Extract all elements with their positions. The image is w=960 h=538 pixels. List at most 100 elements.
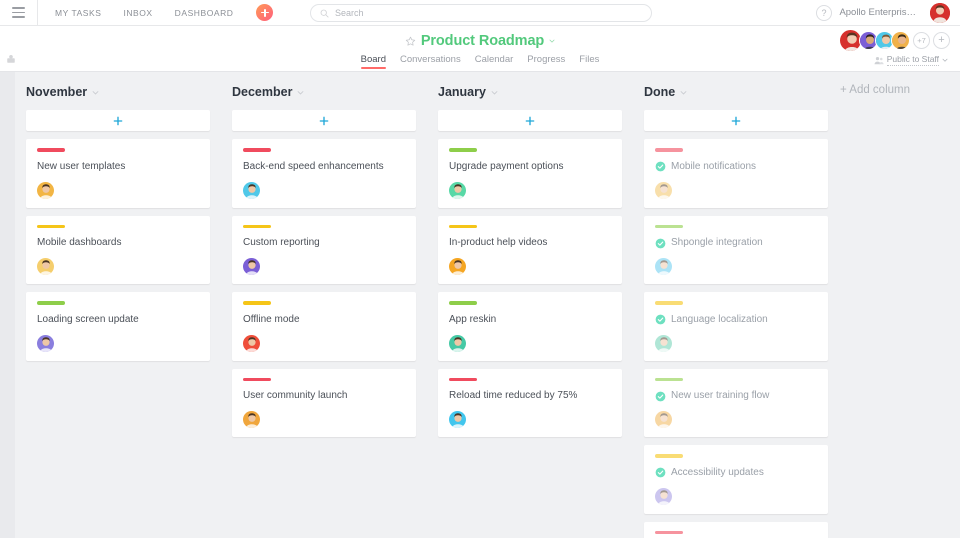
- task-card[interactable]: Reload time reduced by 75%: [438, 369, 622, 438]
- card-title-row: Language localization: [655, 314, 817, 326]
- avatar[interactable]: [655, 335, 672, 352]
- avatar[interactable]: [243, 411, 260, 428]
- chevron-down-icon[interactable]: [92, 89, 99, 96]
- column-header: November: [26, 72, 210, 100]
- card-title: Loading screen update: [37, 314, 139, 326]
- add-card-button[interactable]: [232, 110, 416, 131]
- avatar-image: [655, 182, 672, 199]
- nav-item-inbox[interactable]: INBOX: [112, 8, 163, 18]
- card-title: Upgrade payment options: [449, 161, 564, 173]
- card-color-bar: [37, 225, 65, 229]
- board-columns: November New user templates Mobile dashboa…: [15, 72, 839, 538]
- task-card[interactable]: Mobile dashboards: [26, 216, 210, 285]
- task-card[interactable]: App reskin: [438, 292, 622, 361]
- avatar[interactable]: [655, 182, 672, 199]
- card-title: Offline mode: [243, 314, 300, 326]
- hamburger-menu-icon[interactable]: [0, 0, 38, 26]
- chevron-down-icon[interactable]: [491, 89, 498, 96]
- add-card-button[interactable]: [644, 110, 828, 131]
- avatar[interactable]: [449, 258, 466, 275]
- sidebar-toggle-icon[interactable]: [5, 53, 17, 65]
- task-card[interactable]: Language localization: [644, 292, 828, 361]
- card-color-bar: [37, 301, 65, 305]
- check-circle-icon[interactable]: [655, 238, 666, 249]
- members-overflow-count[interactable]: +7: [913, 32, 930, 49]
- card-color-bar: [449, 148, 477, 152]
- tab-calendar[interactable]: Calendar: [475, 54, 514, 69]
- card-title: New user training flow: [671, 390, 769, 402]
- card-color-bar: [243, 378, 271, 382]
- task-card[interactable]: Back-end speed enhancements: [232, 139, 416, 208]
- avatar[interactable]: [655, 411, 672, 428]
- nav-item-dashboard[interactable]: DASHBOARD: [164, 8, 245, 18]
- privacy-setting[interactable]: Public to Staff: [874, 54, 948, 66]
- plus-icon: [525, 116, 535, 126]
- avatar[interactable]: [37, 258, 54, 275]
- task-card[interactable]: Loading screen update: [26, 292, 210, 361]
- tab-conversations[interactable]: Conversations: [400, 54, 461, 69]
- organization-name[interactable]: Apollo Enterpris…: [839, 7, 916, 18]
- task-card[interactable]: New user templates: [26, 139, 210, 208]
- chevron-down-icon[interactable]: [549, 38, 555, 44]
- add-card-button[interactable]: [26, 110, 210, 131]
- avatar[interactable]: [243, 258, 260, 275]
- avatar-image: [243, 258, 260, 275]
- search-input[interactable]: Search: [310, 4, 652, 22]
- help-button[interactable]: ?: [816, 5, 832, 21]
- card-title: Mobile dashboards: [37, 237, 122, 249]
- card-title: In-product help videos: [449, 237, 547, 249]
- avatar[interactable]: [243, 182, 260, 199]
- task-card[interactable]: New user training flow: [644, 369, 828, 438]
- column-title: December: [232, 85, 292, 99]
- card-color-bar: [655, 301, 683, 305]
- check-circle-icon[interactable]: [655, 314, 666, 325]
- card-title: New user templates: [37, 161, 125, 173]
- check-circle-icon[interactable]: [655, 161, 666, 172]
- task-card[interactable]: User community launch: [232, 369, 416, 438]
- task-card[interactable]: Mobile notifications: [644, 139, 828, 208]
- task-card[interactable]: In-product help videos: [438, 216, 622, 285]
- avatar[interactable]: [655, 488, 672, 505]
- search-placeholder: Search: [335, 8, 364, 18]
- task-card[interactable]: Custom reporting: [232, 216, 416, 285]
- avatar[interactable]: [449, 182, 466, 199]
- tab-files[interactable]: Files: [579, 54, 599, 69]
- card-title-row: New user training flow: [655, 390, 817, 402]
- card-color-bar: [243, 148, 271, 152]
- tab-board[interactable]: Board: [361, 54, 386, 69]
- task-card[interactable]: Shpongle integration: [644, 216, 828, 285]
- board-column-done: Done Mobile notifications Shpongle integra…: [633, 72, 839, 538]
- avatar[interactable]: [930, 3, 950, 23]
- avatar[interactable]: [449, 335, 466, 352]
- add-card-button[interactable]: [438, 110, 622, 131]
- avatar[interactable]: [449, 411, 466, 428]
- card-title: Custom reporting: [243, 237, 320, 249]
- tab-progress[interactable]: Progress: [527, 54, 565, 69]
- avatar[interactable]: [37, 335, 54, 352]
- avatar[interactable]: [655, 258, 672, 275]
- nav-item-my-tasks[interactable]: MY TASKS: [44, 8, 112, 18]
- avatar[interactable]: [243, 335, 260, 352]
- check-circle-icon[interactable]: [655, 467, 666, 478]
- star-icon[interactable]: [405, 36, 416, 47]
- project-header: Product Roadmap Board Conversations Cale…: [0, 26, 960, 72]
- avatar[interactable]: [891, 31, 910, 50]
- task-card[interactable]: Upgrade payment options: [438, 139, 622, 208]
- card-title: Reload time reduced by 75%: [449, 390, 577, 402]
- task-card[interactable]: Accessibility updates: [644, 445, 828, 514]
- avatar-image: [892, 32, 910, 50]
- hamburger-line: [12, 12, 25, 14]
- avatar-image: [655, 335, 672, 352]
- add-column-button[interactable]: + Add column: [840, 84, 910, 96]
- task-card[interactable]: Offline mode: [232, 292, 416, 361]
- check-circle-icon[interactable]: [655, 391, 666, 402]
- avatar-image: [930, 3, 950, 23]
- page-title[interactable]: Product Roadmap: [421, 33, 544, 49]
- create-new-button[interactable]: [256, 4, 273, 21]
- task-card[interactable]: Custom account management: [644, 522, 828, 538]
- add-member-button[interactable]: +: [933, 32, 950, 49]
- chevron-down-icon[interactable]: [297, 89, 304, 96]
- avatar[interactable]: [37, 182, 54, 199]
- column-header: Done: [644, 72, 828, 100]
- chevron-down-icon[interactable]: [680, 89, 687, 96]
